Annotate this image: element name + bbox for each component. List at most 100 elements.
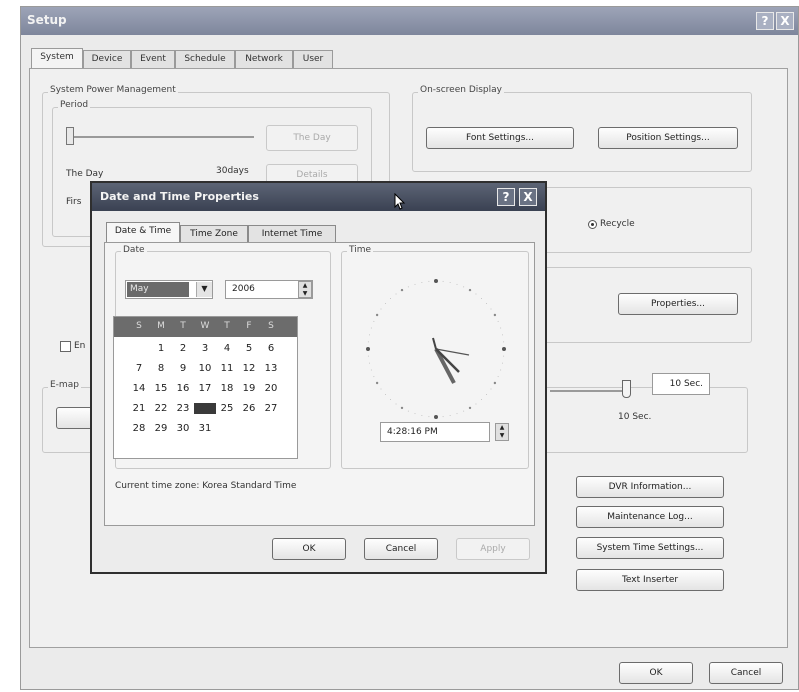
weekday-header: T (224, 321, 230, 331)
time-spin-down-icon[interactable]: ▼ (496, 432, 508, 440)
time-slider-thumb[interactable] (622, 380, 631, 398)
clock-minute-tick (370, 327, 372, 329)
time-spinner[interactable]: ▲ ▼ (495, 423, 509, 441)
dialog-cancel-button[interactable]: Cancel (364, 538, 438, 560)
calendar-day[interactable]: 22 (150, 403, 172, 414)
properties-button[interactable]: Properties... (618, 293, 738, 315)
tab-schedule[interactable]: Schedule (175, 50, 235, 68)
recycle-radio[interactable] (588, 220, 597, 229)
chevron-down-icon[interactable]: ▼ (196, 282, 212, 297)
calendar-day[interactable]: 14 (128, 383, 150, 394)
calendar-day[interactable]: 29 (150, 423, 172, 434)
time-field[interactable]: 4:28:16 PM (380, 422, 490, 442)
calendar-day[interactable]: 3 (194, 343, 216, 354)
calendar-day[interactable]: 4 (216, 343, 238, 354)
tab-network[interactable]: Network (235, 50, 293, 68)
clock-tick (375, 381, 379, 385)
period-label: Period (58, 100, 91, 110)
dialog-title: Date and Time Properties (100, 190, 259, 203)
calendar-day[interactable]: 11 (216, 363, 238, 374)
system-time-settings-button[interactable]: System Time Settings... (576, 537, 724, 559)
calendar-day[interactable]: 15 (150, 383, 172, 394)
enable-checkbox[interactable] (60, 341, 71, 352)
tab-date-time[interactable]: Date & Time (106, 222, 180, 243)
calendar-day[interactable]: 9 (172, 363, 194, 374)
calendar-day[interactable]: 23 (172, 403, 194, 414)
font-settings-button[interactable]: Font Settings... (426, 127, 574, 149)
clock-minute-tick (490, 308, 492, 310)
the-day-button[interactable]: The Day (266, 125, 358, 151)
dialog-ok-button[interactable]: OK (272, 538, 346, 560)
ok-button[interactable]: OK (619, 662, 693, 684)
weekday-header: T (180, 321, 186, 331)
clock-minute-tick (497, 376, 499, 378)
dialog-apply-button[interactable]: Apply (456, 538, 530, 560)
days-30-label: 30days (216, 166, 249, 176)
date-time-dialog: Date and Time Properties ? X Date & Time… (90, 181, 547, 574)
period-slider-track[interactable] (68, 136, 254, 138)
setup-title: Setup (27, 13, 67, 27)
clock-tick (375, 313, 379, 317)
setup-title-bar[interactable]: Setup ? X (21, 7, 798, 35)
calendar-day[interactable]: 17 (194, 383, 216, 394)
spin-up-icon[interactable]: ▲ (299, 282, 311, 290)
cancel-button[interactable]: Cancel (709, 662, 783, 684)
calendar[interactable]: SMTWTFS 1 2 3 4 5 6 7 8 9 10 11 12 13 14 15 16 17 18 19 20 2… (113, 316, 298, 459)
calendar-day[interactable]: 10 (194, 363, 216, 374)
calendar-day[interactable]: 28 (128, 423, 150, 434)
calendar-day[interactable]: 6 (260, 343, 282, 354)
dialog-title-bar[interactable]: Date and Time Properties ? X (92, 183, 545, 211)
calendar-day[interactable]: 7 (128, 363, 150, 374)
calendar-day[interactable]: 25 (216, 403, 238, 414)
close-icon[interactable]: X (776, 12, 794, 30)
time-slider-track[interactable] (550, 390, 630, 392)
tab-internet-time[interactable]: Internet Time (248, 225, 336, 243)
tab-time-zone[interactable]: Time Zone (180, 225, 248, 243)
dvr-information-button[interactable]: DVR Information... (576, 476, 724, 498)
text-inserter-button[interactable]: Text Inserter (576, 569, 724, 591)
calendar-day[interactable]: 26 (238, 403, 260, 414)
time-spin-up-icon[interactable]: ▲ (496, 424, 508, 432)
calendar-day[interactable]: 27 (260, 403, 282, 414)
calendar-day[interactable]: 13 (260, 363, 282, 374)
sec-field[interactable]: 10 Sec. (652, 373, 710, 395)
spin-down-icon[interactable]: ▼ (299, 290, 311, 298)
tab-system[interactable]: System (31, 48, 83, 69)
calendar-day[interactable]: 24 (194, 403, 216, 414)
calendar-day[interactable]: 30 (172, 423, 194, 434)
clock-minute-tick (456, 283, 458, 285)
calendar-day[interactable]: 18 (216, 383, 238, 394)
clock-minute-tick (384, 302, 386, 304)
dialog-help-icon[interactable]: ? (497, 188, 515, 206)
dialog-close-icon[interactable]: X (519, 188, 537, 206)
calendar-header: SMTWTFS (114, 317, 297, 337)
calendar-day[interactable]: 5 (238, 343, 260, 354)
clock-minute-tick (395, 403, 397, 405)
clock-minute-tick (373, 320, 375, 322)
tab-event[interactable]: Event (131, 50, 175, 68)
month-select[interactable]: May ▼ (125, 280, 213, 299)
calendar-day[interactable]: 2 (172, 343, 194, 354)
position-settings-button[interactable]: Position Settings... (598, 127, 738, 149)
clock-minute-tick (370, 369, 372, 371)
calendar-day[interactable]: 21 (128, 403, 150, 414)
calendar-day[interactable]: 16 (172, 383, 194, 394)
tab-user[interactable]: User (293, 50, 333, 68)
period-slider-thumb[interactable] (66, 127, 74, 145)
year-spinner[interactable]: ▲ ▼ (298, 281, 312, 298)
calendar-day[interactable]: 19 (238, 383, 260, 394)
tab-device[interactable]: Device (83, 50, 131, 68)
clock-minute-tick (503, 355, 505, 357)
analog-clock (366, 279, 506, 419)
the-day-label: The Day (66, 169, 104, 179)
calendar-day[interactable]: 8 (150, 363, 172, 374)
maintenance-log-button[interactable]: Maintenance Log... (576, 506, 724, 528)
timezone-text: Current time zone: Korea Standard Time (115, 481, 297, 491)
help-icon[interactable]: ? (756, 12, 774, 30)
calendar-day[interactable]: 20 (260, 383, 282, 394)
calendar-day[interactable]: 12 (238, 363, 260, 374)
calendar-day[interactable]: 1 (150, 343, 172, 354)
clock-minute-tick (380, 388, 382, 390)
calendar-day[interactable]: 31 (194, 423, 216, 434)
date-group-label: Date (121, 245, 147, 255)
